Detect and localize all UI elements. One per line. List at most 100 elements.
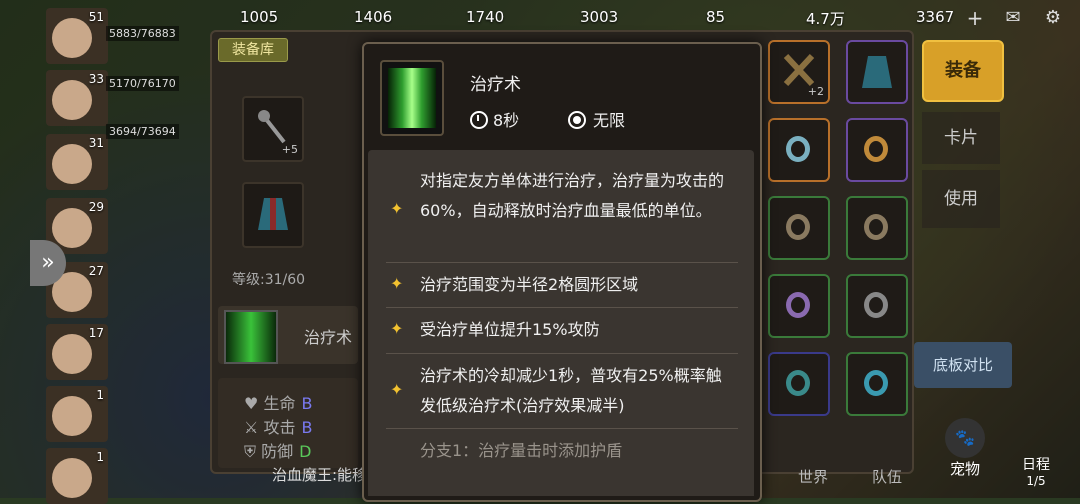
settings-gear-icon[interactable]: ⚙	[1042, 8, 1064, 28]
mace-icon	[258, 110, 286, 144]
stat-grade: D	[299, 442, 312, 461]
effect-text: 对指定友方单体进行治疗，治疗量为攻击的60%，自动释放时治疗血量最低的单位。	[420, 171, 725, 220]
ring-icon	[864, 214, 888, 240]
ring-icon	[786, 292, 810, 318]
resource-value: 1005	[240, 8, 279, 26]
item-slot[interactable]	[768, 274, 830, 338]
item-slot[interactable]	[768, 196, 830, 260]
equip-button[interactable]: 装备	[922, 40, 1004, 102]
schedule-progress: 1/5	[1026, 474, 1046, 488]
hero-hp-text: 3694/73694	[106, 124, 179, 139]
item-slot[interactable]	[768, 118, 830, 182]
robe-icon	[258, 198, 288, 230]
resource-value: 1740	[466, 8, 505, 26]
resource-value: 4.7万	[806, 10, 845, 28]
enhance-badge: +2	[807, 85, 824, 98]
menu-world[interactable]: 世界	[798, 466, 828, 487]
card-button[interactable]: 卡片	[922, 112, 1000, 164]
target-icon	[568, 111, 586, 129]
heal-skill-icon	[380, 60, 444, 136]
hero-face-icon	[52, 334, 92, 374]
use-button[interactable]: 使用	[922, 170, 1000, 228]
item-slot[interactable]	[846, 274, 908, 338]
menu-team[interactable]: 队伍	[872, 466, 902, 487]
necklace-icon	[864, 370, 888, 396]
paw-icon: 🐾	[945, 418, 985, 458]
item-slot[interactable]	[846, 118, 908, 182]
hero-portrait[interactable]: 1	[46, 386, 108, 442]
stat-row: ⚔ 攻击 B	[244, 414, 312, 438]
tooltip-header: 治疗术 8秒 无限	[364, 44, 760, 148]
mail-icon[interactable]: ✉	[1002, 8, 1024, 28]
item-slot[interactable]	[846, 352, 908, 416]
skill-tooltip: 治疗术 8秒 无限 ✦ 对指定友方单体进行治疗，治疗量为攻击的60%，自动释放时…	[362, 42, 762, 502]
hero-level: 33	[88, 72, 104, 86]
hero-portrait[interactable]: 51	[46, 8, 108, 64]
divider	[386, 307, 738, 308]
hero-hp-text: 5883/76883	[106, 26, 179, 41]
hero-hp-text: 5170/76170	[106, 76, 179, 91]
tooltip-title: 治疗术	[470, 75, 521, 95]
divider	[386, 262, 738, 263]
robe-icon	[862, 56, 892, 88]
effect-text: 治疗术的冷却减少1秒，普攻有25%概率触发低级治疗术(治疗效果减半)	[420, 366, 722, 415]
armor-slot[interactable]	[242, 182, 304, 248]
tooltip-body[interactable]: ✦ 对指定友方单体进行治疗，治疗量为攻击的60%，自动释放时治疗血量最低的单位。…	[368, 150, 754, 496]
hero-level: 29	[88, 200, 104, 214]
cooldown: 8秒	[470, 107, 519, 131]
item-slot[interactable]	[846, 40, 908, 104]
range-value: 无限	[593, 111, 626, 130]
pet-label: 宠物	[949, 460, 980, 478]
compare-button[interactable]: 底板对比	[914, 342, 1012, 388]
equipment-level: 等级:31/60	[232, 272, 306, 288]
hero-portrait[interactable]: 17	[46, 324, 108, 380]
stat-grade: B	[301, 418, 313, 437]
cross-armor-icon	[783, 53, 815, 87]
resource-value: 85	[706, 8, 726, 26]
stat-row: ⛨ 防御 D	[244, 438, 311, 462]
hero-level: 17	[88, 326, 104, 340]
hero-face-icon	[52, 80, 92, 120]
resource-value: 1406	[354, 8, 393, 26]
resource-value: 3003	[580, 8, 619, 26]
diamond-value: 3367	[916, 8, 955, 26]
equipment-library-tab[interactable]: 装备库	[218, 38, 288, 62]
schedule-label: 日程	[1022, 457, 1050, 473]
add-diamond-button[interactable]: +	[964, 8, 986, 28]
sword-icon: ⚔	[244, 418, 259, 437]
item-slot[interactable]	[768, 352, 830, 416]
divider	[386, 428, 738, 429]
hero-portrait[interactable]: 31	[46, 134, 108, 190]
ring-icon	[864, 136, 888, 162]
hero-face-icon	[52, 396, 92, 436]
ring-icon	[864, 292, 888, 318]
schedule-button[interactable]: 日程 1/5	[1006, 400, 1066, 488]
shield-icon: ⛨	[244, 442, 257, 461]
star-icon: ✦	[390, 319, 404, 338]
hero-face-icon	[52, 18, 92, 58]
skill-row[interactable]: 治疗术	[218, 306, 358, 364]
hero-portrait[interactable]: 1	[46, 448, 108, 504]
stat-name: 防御	[261, 442, 294, 461]
enhance-badge: +5	[281, 143, 298, 156]
stat-grade: B	[301, 394, 313, 413]
star-icon: ✦	[390, 380, 404, 399]
divider	[386, 353, 738, 354]
weapon-slot[interactable]: +5	[242, 96, 304, 162]
hero-portrait[interactable]: 33	[46, 70, 108, 126]
ring-icon	[786, 214, 810, 240]
hero-level: 31	[88, 136, 104, 150]
item-slot[interactable]: +2	[768, 40, 830, 104]
pet-button[interactable]: 🐾 宠物	[940, 418, 990, 479]
hero-face-icon	[52, 144, 92, 184]
ring-icon	[786, 136, 810, 162]
heart-icon: ♥	[244, 394, 259, 413]
clock-icon	[470, 111, 488, 129]
star-icon: ✦	[390, 274, 404, 293]
skill-name: 治疗术	[304, 328, 353, 347]
necklace-icon	[786, 370, 810, 396]
star-icon: ✦	[390, 199, 404, 218]
item-slot[interactable]	[846, 196, 908, 260]
range: 无限	[568, 107, 625, 131]
heal-skill-icon	[224, 310, 278, 364]
